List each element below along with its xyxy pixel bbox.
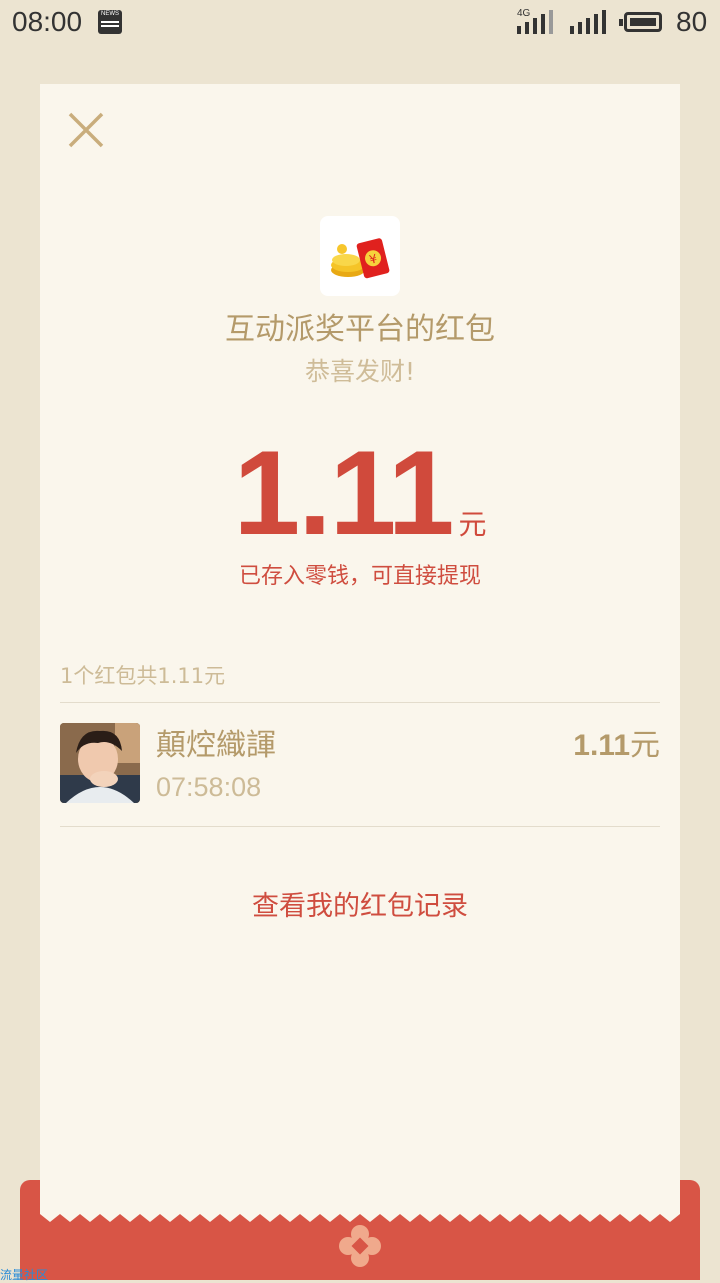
stored-note: 已存入零钱，可直接提现 [238,564,481,589]
receiver-amount-unit: 元 [630,728,660,763]
flower-emblem-icon [339,1225,381,1267]
signal-strength-icon [570,10,608,34]
signal-4g-icon [517,10,555,34]
wish-message: 恭喜发财! [304,357,416,386]
news-icon: NEWS [98,10,122,34]
receiver-amount: 1.11元 [573,720,660,764]
red-envelope-coins-icon: ¥ [331,238,390,279]
sender-name: 互动派奖平台的红包 [225,312,495,347]
watermark: 流量社区 [0,1268,49,1282]
status-time: 08:00 [12,6,83,37]
receiver-name: 顛焢織諢 [156,728,276,763]
receiver-amount-value: 1.11 [573,729,630,762]
divider [60,826,660,827]
close-icon[interactable] [64,108,108,152]
divider [60,702,660,703]
avatar[interactable] [60,723,140,803]
view-history-link[interactable]: 查看我的红包记录 [40,884,680,923]
amount-unit: 元 [458,508,487,541]
amount-display: 1.11 元 [40,428,680,558]
battery-icon [619,12,662,32]
sender-logo: ¥ [320,216,400,296]
packet-summary: 1个红包共1.11元 [60,664,226,688]
battery-percent: 80 [676,6,708,37]
status-bar: 08:00 NEWS 4G 80 [0,0,720,46]
red-packet-detail-card: ¥ 互动派奖平台的红包 恭喜发财! 1.11 元 已存入零钱，可直接提现 1个红包… [40,84,680,1214]
amount-value: 1.11 [233,426,455,560]
torn-edge [40,1212,680,1222]
receive-time: 07:58:08 [156,772,262,802]
